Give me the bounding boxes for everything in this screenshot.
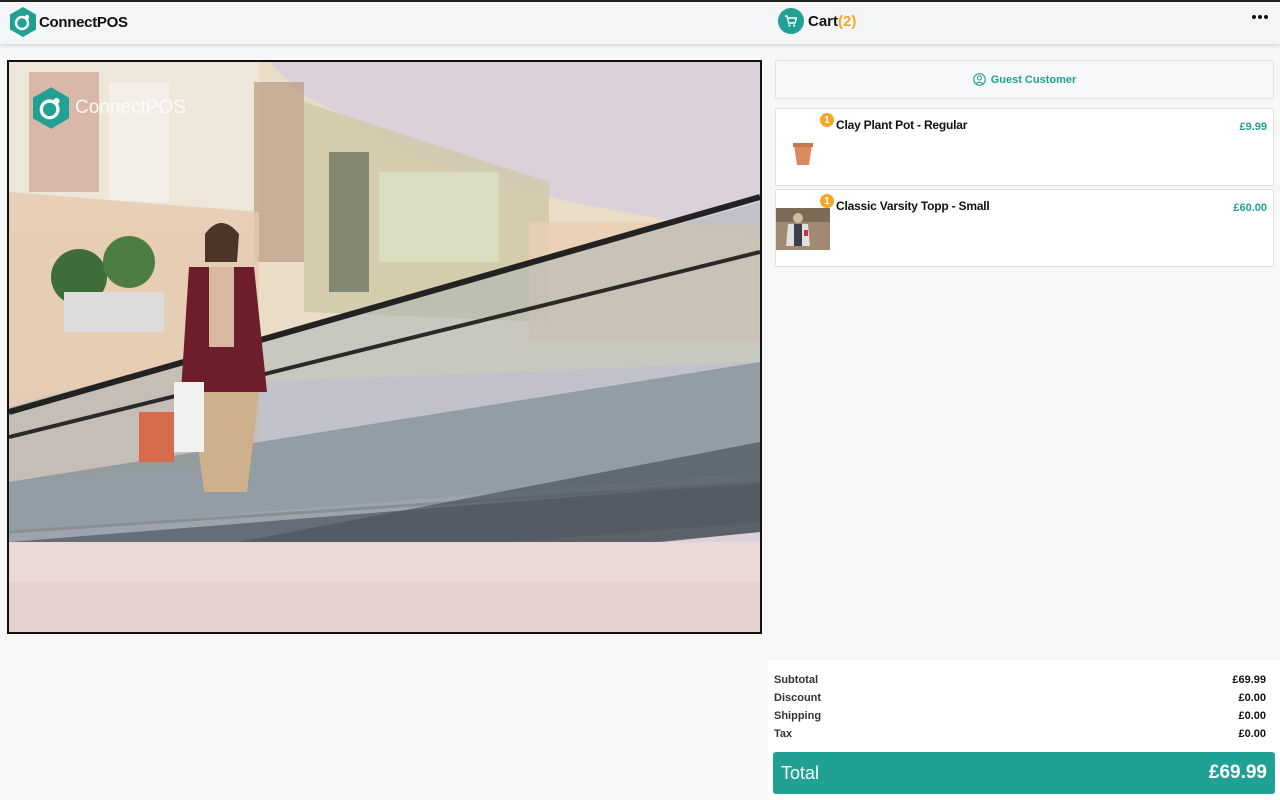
hero-watermark-text: ConnectPOS: [75, 97, 186, 118]
connectpos-logo-icon: [10, 7, 36, 37]
cart-item[interactable]: 1 Clay Plant Pot - Regular £9.99: [775, 108, 1274, 186]
order-summary: Subtotal £69.99 Discount £0.00 Shipping …: [768, 660, 1280, 800]
customer-label: Guest Customer: [990, 73, 1077, 86]
tax-row: Tax £0.00: [774, 728, 1266, 744]
subtotal-label: Subtotal: [774, 674, 818, 686]
shipping-value: £0.00: [1238, 710, 1266, 722]
discount-row: Discount £0.00: [774, 692, 1266, 708]
cart-title: Cart: [808, 12, 839, 30]
subtotal-row: Subtotal £69.99: [774, 674, 1266, 690]
top-bar: ConnectPOS Cart (2): [0, 0, 1280, 44]
user-circle-icon: [972, 73, 986, 86]
discount-value: £0.00: [1238, 692, 1266, 704]
item-name: Classic Varsity Topp - Small: [836, 199, 990, 213]
total-label: Total: [781, 762, 820, 783]
varsity-jacket-thumbnail: [776, 208, 830, 250]
total-value: £69.99: [1208, 762, 1267, 783]
item-price: £9.99: [1239, 121, 1267, 133]
promo-image: ConnectPOS: [7, 60, 762, 634]
cart-icon: [778, 8, 804, 34]
app-name: ConnectPOS: [39, 13, 128, 31]
connectpos-logo-icon: [33, 87, 69, 129]
quantity-badge: 1: [820, 113, 834, 127]
item-name: Clay Plant Pot - Regular: [836, 118, 968, 132]
shipping-label: Shipping: [774, 710, 822, 722]
hero-watermark-logo: ConnectPOS: [33, 86, 186, 130]
shipping-row: Shipping £0.00: [774, 710, 1266, 726]
plant-pot-thumbnail: [776, 127, 830, 169]
quantity-badge: 1: [820, 194, 834, 208]
brand: ConnectPOS: [10, 7, 128, 37]
checkout-total-button[interactable]: Total £69.99: [773, 752, 1275, 794]
more-options-icon[interactable]: [1252, 15, 1268, 19]
cart-count-badge: (2): [838, 12, 857, 30]
cart-item[interactable]: 1 Classic Varsity Topp - Small £60.00: [775, 189, 1274, 267]
tax-value: £0.00: [1238, 728, 1266, 740]
subtotal-value: £69.99: [1232, 674, 1266, 686]
item-price: £60.00: [1233, 202, 1267, 214]
discount-label: Discount: [774, 692, 822, 704]
mall-escalator-photo: [9, 62, 760, 632]
guest-customer-button[interactable]: Guest Customer: [775, 60, 1274, 99]
cart-header: Cart (2): [778, 8, 856, 34]
tax-label: Tax: [774, 728, 793, 740]
